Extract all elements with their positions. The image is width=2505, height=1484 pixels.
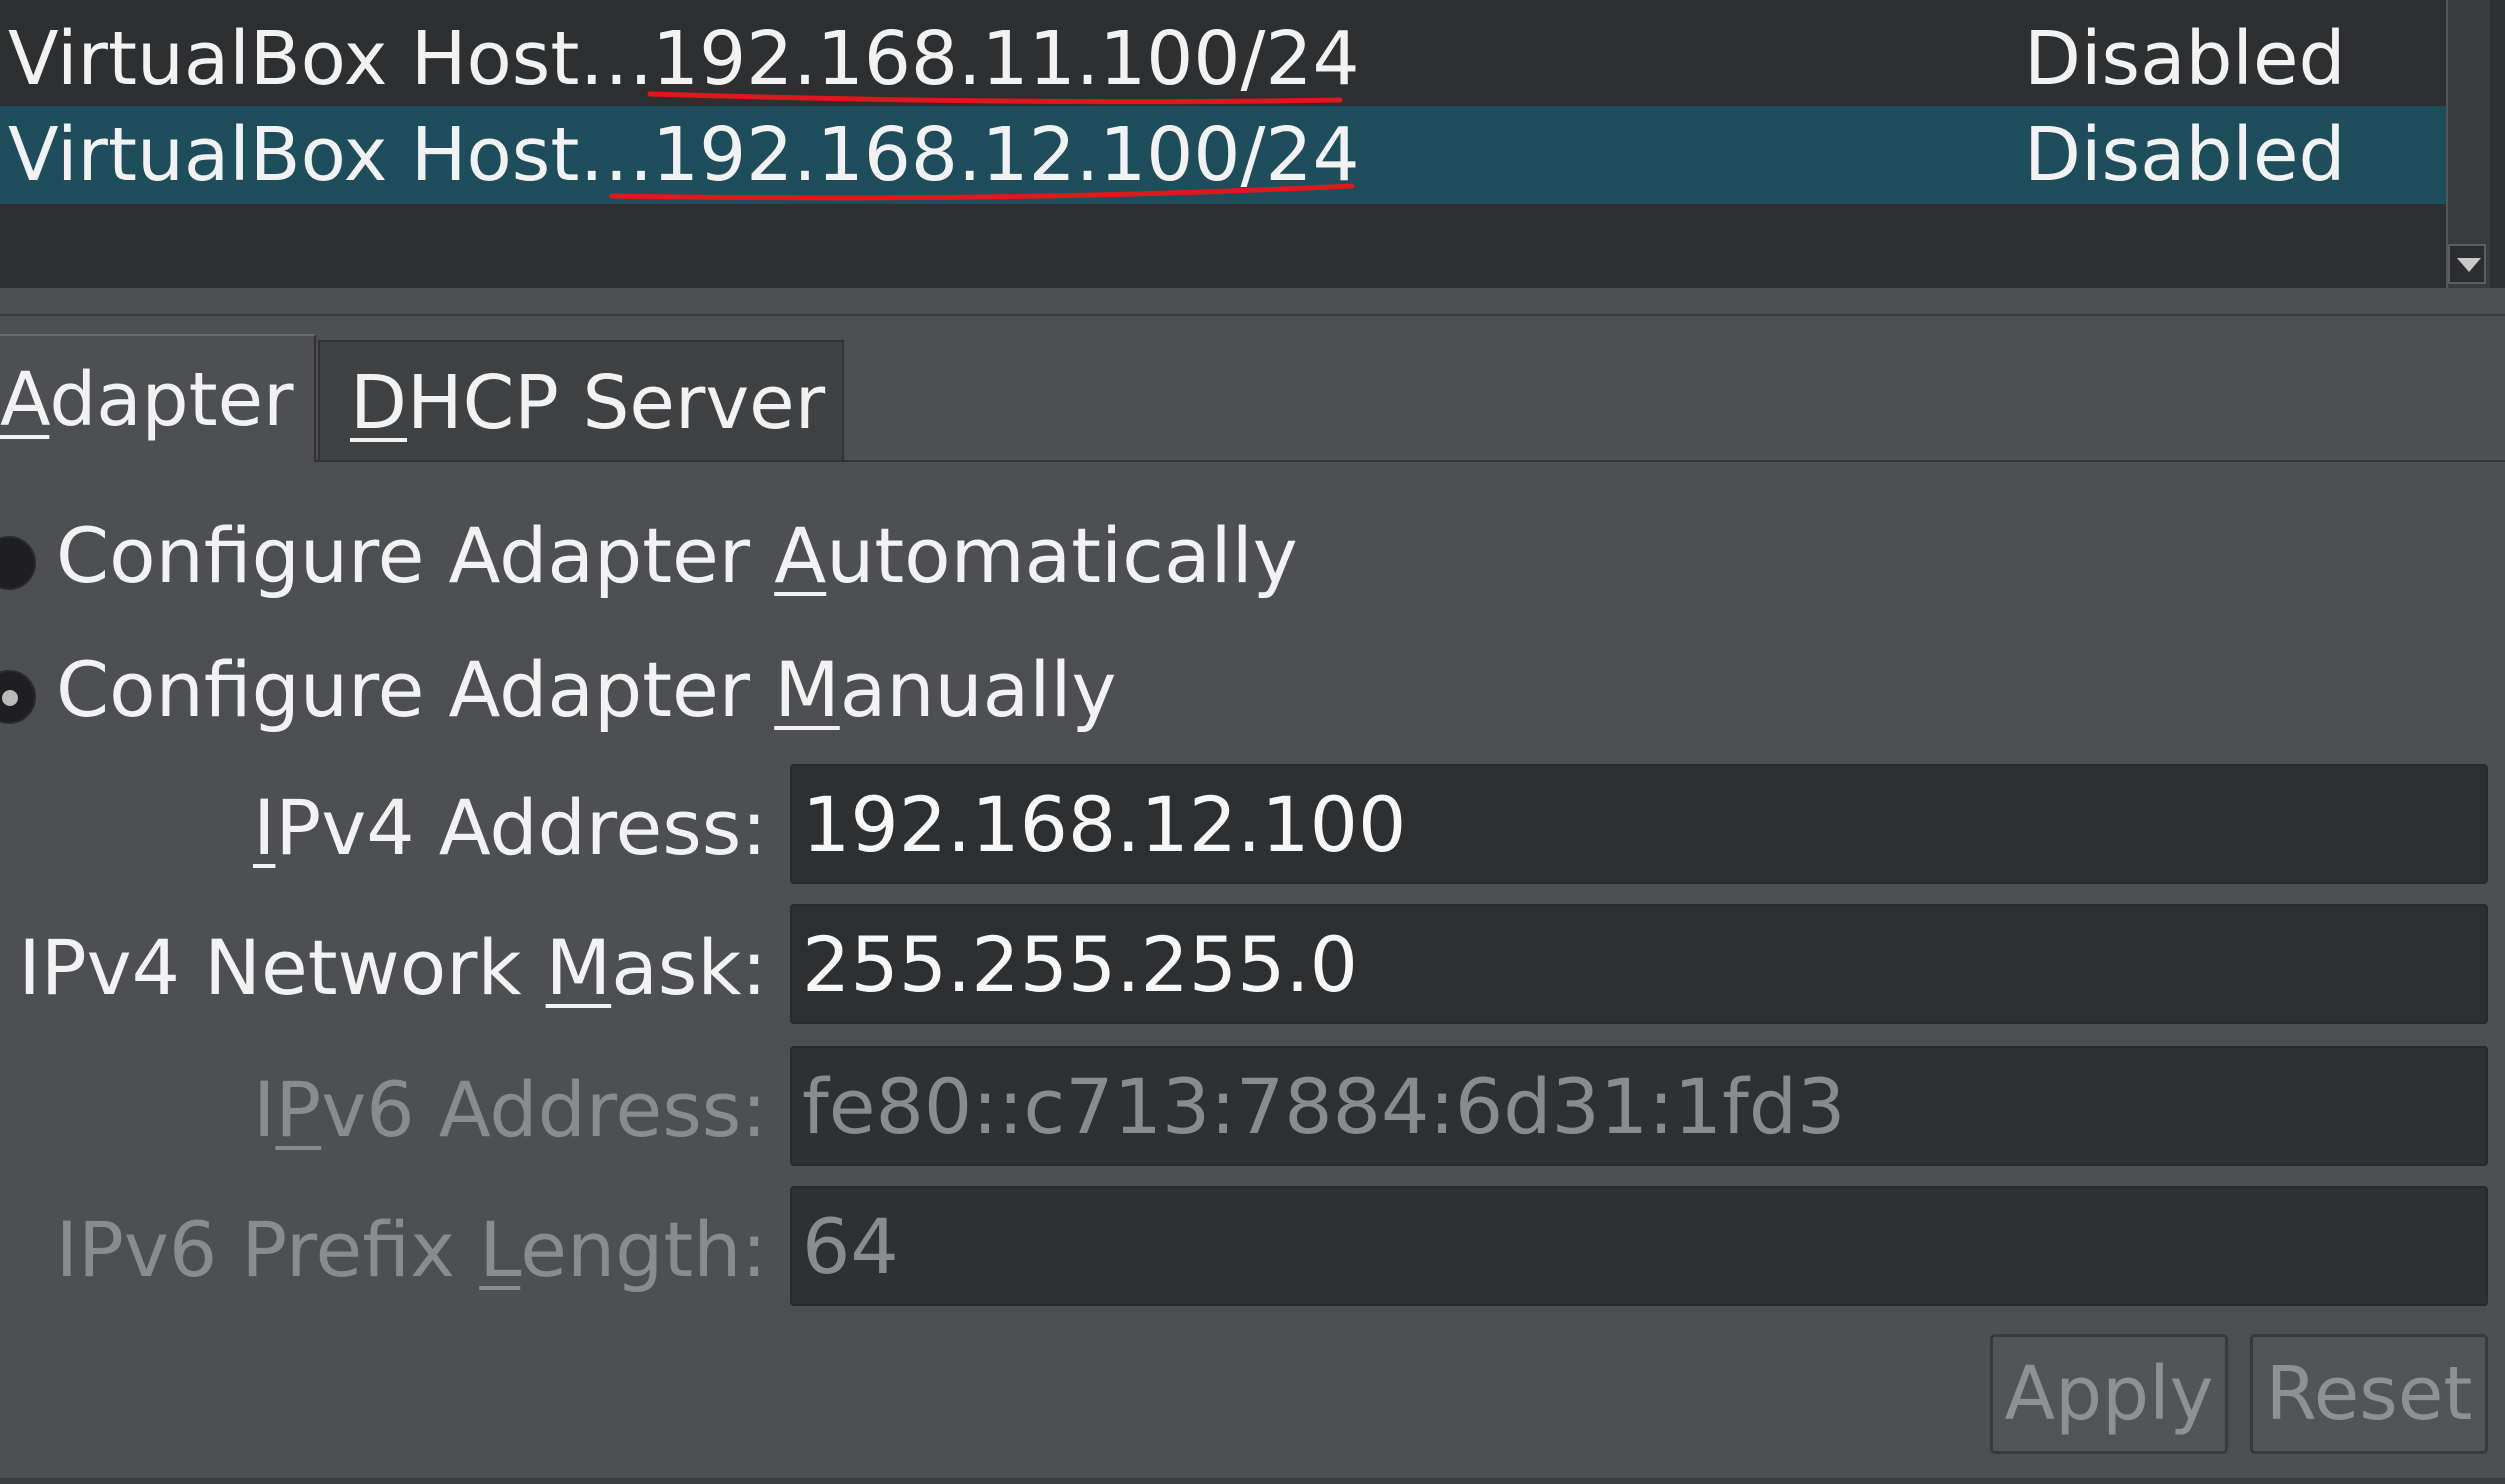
- tab-label: HCP Server: [406, 360, 826, 446]
- network-dhcp-status: Disabled: [2024, 16, 2346, 102]
- reset-button[interactable]: Reset: [2250, 1334, 2488, 1454]
- ipv6-address-label: IPv6 Address:: [252, 1065, 767, 1154]
- ipv4-address-label: IPv4 Address:: [252, 783, 767, 872]
- ipv4-network-mask-input[interactable]: [790, 904, 2488, 1024]
- ipv6-prefix-length-input: [790, 1186, 2488, 1306]
- network-name: VirtualBox Host…: [8, 16, 654, 102]
- apply-button[interactable]: Apply: [1990, 1334, 2228, 1454]
- network-name: VirtualBox Host…: [8, 112, 654, 198]
- network-dhcp-status: Disabled: [2024, 112, 2346, 198]
- tab-mnemonic: D: [350, 360, 407, 446]
- radio-unchecked-icon[interactable]: [0, 536, 36, 590]
- ipv6-prefix-length-label: IPv6 Prefix Length:: [55, 1205, 767, 1294]
- host-network-list[interactable]: VirtualBox Host… 192.168.11.100/24 Disab…: [0, 0, 2505, 288]
- radio-label: Configure Adapter Automatically: [56, 511, 1298, 600]
- tab-dhcp-server[interactable]: DHCP Server: [318, 340, 844, 462]
- list-item-selected[interactable]: VirtualBox Host… 192.168.12.100/24 Disab…: [0, 106, 2446, 204]
- divider: [0, 314, 2505, 316]
- ipv6-address-input: [790, 1046, 2488, 1166]
- chevron-down-icon: [2457, 258, 2481, 272]
- radio-label: Configure Adapter Manually: [56, 645, 1117, 734]
- ipv4-network-mask-label: IPv4 Network Mask:: [18, 923, 767, 1012]
- divider: [316, 460, 2505, 462]
- red-underline-annotation: [609, 183, 1355, 201]
- scroll-down-button[interactable]: [2448, 244, 2486, 284]
- list-item[interactable]: VirtualBox Host… 192.168.11.100/24 Disab…: [0, 10, 2446, 108]
- divider: [0, 1478, 2505, 1484]
- ipv4-address-input[interactable]: [790, 764, 2488, 884]
- host-network-manager: VirtualBox Host… 192.168.11.100/24 Disab…: [0, 0, 2505, 1484]
- tab-label: dapter: [49, 357, 294, 443]
- tab-mnemonic: A: [0, 357, 50, 443]
- tab-adapter[interactable]: Adapter: [0, 334, 316, 462]
- radio-checked-icon[interactable]: [0, 670, 36, 724]
